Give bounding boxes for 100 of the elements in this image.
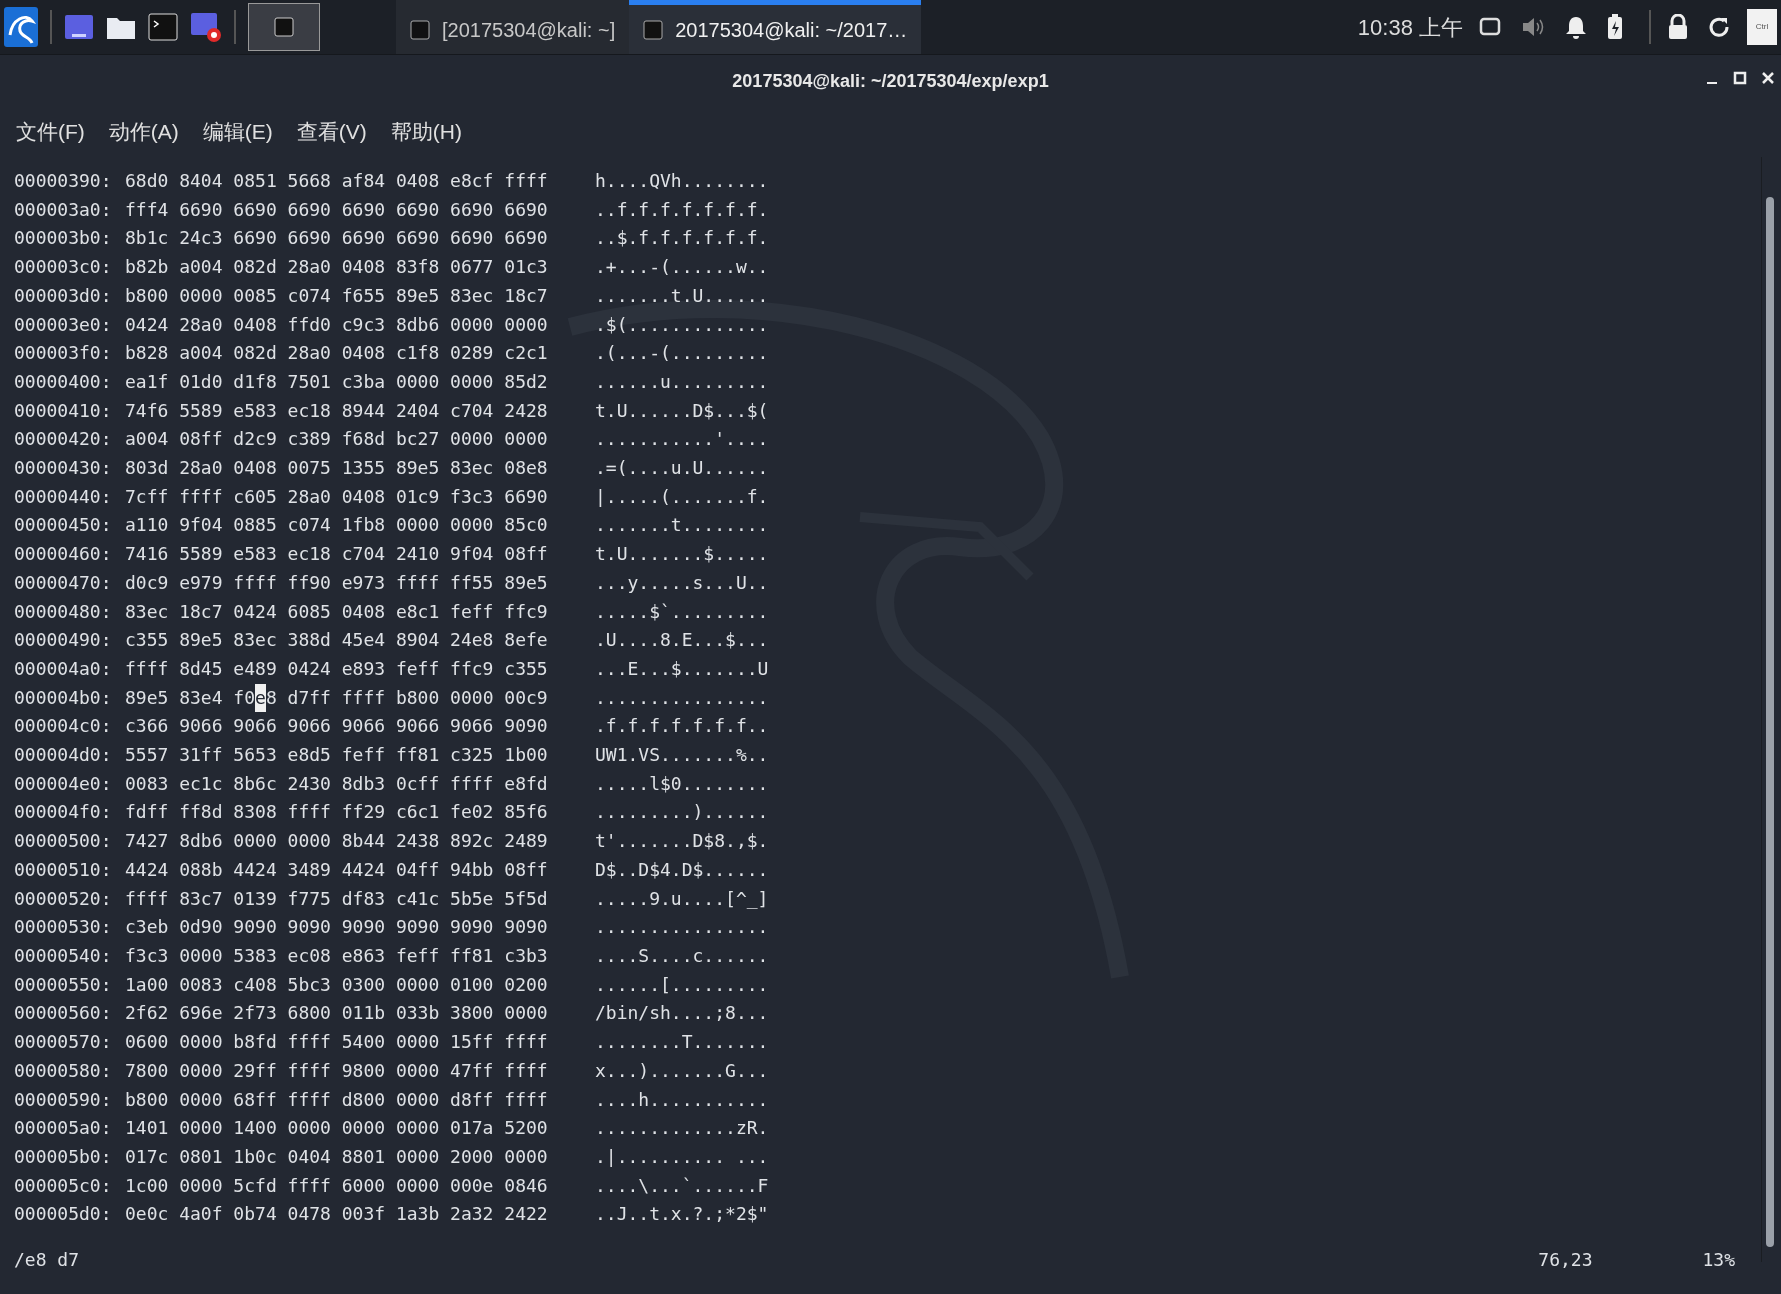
offset-text: 000005a0: xyxy=(14,1116,113,1141)
hex-text: 83ec 18c7 0424 6085 0408 e8c1 feff ffc9 xyxy=(125,599,548,624)
show-window-button[interactable] xyxy=(248,3,320,51)
offset-text: 000005c0: xyxy=(14,1173,113,1198)
hex-text: fdff ff8d 8308 ffff ff29 c6c1 fe02 85f6 xyxy=(125,800,548,825)
terminal-icon xyxy=(643,19,664,40)
refresh-icon[interactable] xyxy=(1707,15,1731,39)
dragon-logo-icon[interactable] xyxy=(4,7,38,47)
cursor-position: 76,23 xyxy=(1538,1248,1593,1272)
offset-text: 00000500: xyxy=(14,829,113,854)
maximize-icon[interactable] xyxy=(1733,71,1747,85)
offset-text: 00000510: xyxy=(14,857,113,882)
offset-text: 000004f0: xyxy=(14,800,113,825)
menu-item[interactable]: 编辑(E) xyxy=(202,116,273,148)
ascii-text: ...E...$.......U xyxy=(595,656,769,681)
hex-text: fff4 6690 6690 6690 6690 6690 6690 6690 xyxy=(125,197,548,222)
hex-text: 8b1c 24c3 6690 6690 6690 6690 6690 6690 xyxy=(125,226,548,251)
hex-text: b800 0000 0085 c074 f655 89e5 83ec 18c7 xyxy=(125,283,548,308)
text-cursor: e xyxy=(255,683,266,713)
scroll-percentage: 13% xyxy=(1702,1248,1735,1272)
ascii-text: ..f.f.f.f.f.f.f. xyxy=(595,197,769,222)
offset-text: 00000400: xyxy=(14,369,113,394)
hex-text: 7cff ffff c605 28a0 0408 01c9 f3c3 6690 xyxy=(125,484,548,509)
hex-text: b828 a004 082d 28a0 0408 c1f8 0289 c2c1 xyxy=(125,341,548,366)
hex-text: f3c3 0000 5383 ec08 e863 feff ff81 c3b3 xyxy=(125,944,548,968)
menu-item[interactable]: 帮助(H) xyxy=(390,116,462,148)
offset-text: 00000590: xyxy=(14,1087,113,1112)
offset-text: 000004a0: xyxy=(14,656,113,681)
hex-text: b800 0000 68ff ffff d800 0000 d8ff ffff xyxy=(125,1087,548,1112)
desktop-icon[interactable] xyxy=(64,12,94,42)
screen-recorder-icon[interactable] xyxy=(190,11,222,43)
hex-text: 5557 31ff 5653 e8d5 feff ff81 c325 1b00 xyxy=(125,743,548,768)
close-icon[interactable] xyxy=(1761,71,1775,85)
offset-text: 00000520: xyxy=(14,886,113,911)
ascii-text: ...y.....s...U.. xyxy=(595,570,769,595)
terminal-icon[interactable] xyxy=(148,12,178,42)
offset-text: 000003a0: xyxy=(14,197,113,222)
ascii-text: .............zR. xyxy=(595,1116,769,1141)
hex-text: a110 9f04 0885 c074 1fb8 0000 0000 85c0 xyxy=(125,513,548,538)
ascii-text: ..J..t.x.?.;*2$" xyxy=(595,1202,769,1227)
offset-text: 000003b0: xyxy=(14,226,113,251)
hex-text: 1c00 0000 5cfd ffff 6000 0000 000e 0846 xyxy=(125,1173,548,1198)
hex-text: b82b a004 082d 28a0 0408 83f8 0677 01c3 xyxy=(125,255,548,280)
ascii-text: t.U.......$..... xyxy=(595,542,769,567)
offset-text: 00000490: xyxy=(14,628,113,653)
hex-text: 74f6 5589 e583 ec18 8944 2404 c704 2428 xyxy=(125,398,548,423)
command-line[interactable]: /e8 d7 xyxy=(14,1245,80,1274)
window-title: 20175304@kali: ~/20175304/exp/exp1 xyxy=(732,69,1049,93)
ascii-text: .......t.U...... xyxy=(595,283,769,308)
offset-text: 00000550: xyxy=(14,972,113,997)
ascii-text: ................ xyxy=(595,915,769,940)
ascii-text: ................ xyxy=(595,685,769,710)
menu-item[interactable]: 动作(A) xyxy=(108,116,179,148)
hex-text: 0083 ec1c 8b6c 2430 8db3 0cff ffff e8fd xyxy=(125,771,548,796)
hex-text: 0e0c 4a0f 0b74 0478 003f 1a3b 2a32 2422 xyxy=(125,1202,548,1227)
ascii-text: D$..D$4.D$...... xyxy=(595,857,769,882)
offset-text: 00000470: xyxy=(14,570,113,595)
offset-text: 00000480: xyxy=(14,599,113,624)
scrollbar[interactable] xyxy=(1761,157,1775,1262)
display-icon[interactable] xyxy=(1479,16,1501,38)
ascii-text: .U....8.E...$... xyxy=(595,628,769,653)
lock-icon[interactable] xyxy=(1667,14,1689,40)
clock[interactable]: 10:38 上午 xyxy=(1357,10,1463,44)
battery-icon[interactable] xyxy=(1607,14,1623,40)
ascii-text: .....9.u....[^_] xyxy=(595,886,769,911)
ascii-text: x...).......G... xyxy=(595,1058,769,1083)
offset-text: 00000540: xyxy=(14,944,113,968)
hex-text: ea1f 01d0 d1f8 7501 c3ba 0000 0000 85d2 xyxy=(125,369,548,394)
offset-text: 00000410: xyxy=(14,398,113,423)
hex-text: 2f62 696e 2f73 6800 011b 033b 3800 0000 xyxy=(125,1001,548,1026)
ascii-text: .+...-(......w.. xyxy=(595,255,769,280)
hex-text: ffff 8d45 e489 0424 e893 feff ffc9 c355 xyxy=(125,656,548,681)
taskbar-button[interactable]: 20175304@kali: ~/2017… xyxy=(629,0,922,54)
scrollbar-thumb[interactable] xyxy=(1766,197,1774,1247)
hex-text: 803d 28a0 0408 0075 1355 89e5 83ec 08e8 xyxy=(125,456,548,481)
menu-item[interactable]: 文件(F) xyxy=(16,116,85,148)
offset-text: 00000390: xyxy=(14,169,113,193)
hex-text: 7800 0000 29ff ffff 9800 0000 47ff ffff xyxy=(125,1058,548,1083)
offset-text: 000005d0: xyxy=(14,1202,113,1227)
hex-text: 7427 8db6 0000 0000 8b44 2438 892c 2489 xyxy=(125,829,548,854)
hex-text: c3eb 0d90 9090 9090 9090 9090 9090 9090 xyxy=(125,915,548,940)
ascii-text: ..$.f.f.f.f.f.f. xyxy=(595,226,769,251)
ascii-text: t.U......D$...$( xyxy=(595,398,769,423)
hex-text: 1401 0000 1400 0000 0000 0000 017a 5200 xyxy=(125,1116,548,1141)
offset-text: 000005b0: xyxy=(14,1144,113,1169)
bell-icon[interactable] xyxy=(1565,15,1587,39)
offset-text: 00000440: xyxy=(14,484,113,509)
offset-text: 00000460: xyxy=(14,542,113,567)
offset-text: 000003d0: xyxy=(14,283,113,308)
keyboard-indicator[interactable]: Ctrl xyxy=(1747,9,1777,45)
offset-text: 00000560: xyxy=(14,1001,113,1026)
hex-text: 0424 28a0 0408 ffd0 c9c3 8db6 0000 0000 xyxy=(125,312,548,337)
ascii-text: .........)...... xyxy=(595,800,769,825)
taskbar-button[interactable]: [20175304@kali: ~] xyxy=(396,0,630,54)
hex-text: d0c9 e979 ffff ff90 e973 ffff ff55 89e5 xyxy=(125,570,548,595)
volume-icon[interactable] xyxy=(1521,15,1545,39)
offset-text: 000004b0: xyxy=(14,685,113,710)
ascii-text: ....h........... xyxy=(595,1087,769,1112)
menu-item[interactable]: 查看(V) xyxy=(296,116,367,148)
offset-text: 00000530: xyxy=(14,915,113,940)
